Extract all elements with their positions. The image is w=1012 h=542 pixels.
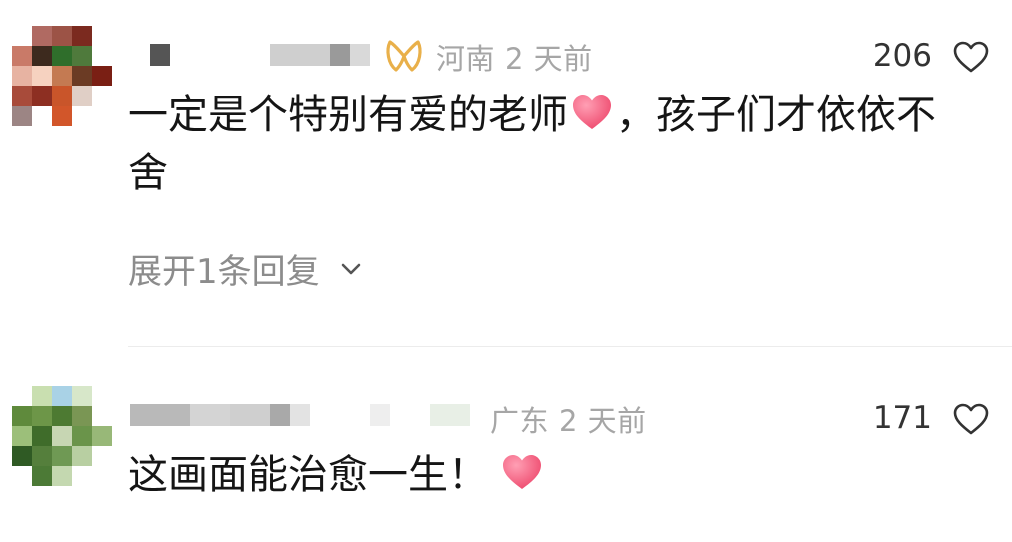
avatar-pixel <box>32 26 52 46</box>
avatar-pixel <box>52 46 72 66</box>
avatar-pixel <box>32 406 52 426</box>
avatar-pixel <box>72 26 92 46</box>
avatar-pixel <box>12 26 32 46</box>
avatar-pixel <box>72 66 92 86</box>
avatar-pixel <box>52 406 72 426</box>
avatar-pixel <box>12 106 32 126</box>
comment-meta: 河南 2 天前 <box>436 36 603 78</box>
avatar-pixel <box>72 46 92 66</box>
avatar-pixel <box>92 426 112 446</box>
avatar-pixel <box>52 386 72 406</box>
avatar-pixel <box>92 46 112 66</box>
avatar-pixel <box>32 66 52 86</box>
avatar-pixel <box>12 446 32 466</box>
avatar-pixel <box>52 426 72 446</box>
avatar-pixel <box>92 86 112 106</box>
avatar-pixel <box>32 466 52 486</box>
expand-replies-button[interactable]: 展开1条回复 <box>128 244 362 293</box>
avatar-pixel <box>32 106 52 126</box>
avatar-pixel <box>92 446 112 466</box>
heart-emoji-icon <box>503 455 541 489</box>
avatar-pixel <box>72 426 92 446</box>
avatar[interactable] <box>12 386 112 486</box>
avatar[interactable] <box>12 26 112 126</box>
avatar-pixel <box>92 106 112 126</box>
avatar-pixel <box>12 386 32 406</box>
avatar-pixel <box>52 86 72 106</box>
like-count: 206 <box>872 38 932 74</box>
avatar-pixel <box>12 46 32 66</box>
expand-replies-label: 展开1条回复 <box>128 252 320 292</box>
comment-divider <box>128 346 1012 347</box>
username-blurred[interactable] <box>150 44 370 66</box>
avatar-pixel <box>72 406 92 426</box>
avatar-pixel <box>92 466 112 486</box>
comment-text-part: 一定是个特别有爱的老师 <box>128 92 568 138</box>
vip-ribbon-icon <box>386 40 422 72</box>
location: 河南 <box>436 42 496 76</box>
avatar-pixel <box>32 426 52 446</box>
avatar-pixel <box>52 26 72 46</box>
avatar-pixel <box>52 466 72 486</box>
avatar-pixel <box>32 446 52 466</box>
avatar-pixel <box>72 466 92 486</box>
timestamp: 2 天前 <box>559 404 647 438</box>
avatar-pixel <box>32 386 52 406</box>
avatar-pixel <box>12 66 32 86</box>
avatar-pixel <box>12 466 32 486</box>
avatar-pixel <box>12 86 32 106</box>
avatar-pixel <box>52 106 72 126</box>
avatar-pixel <box>12 426 32 446</box>
avatar-pixel <box>32 46 52 66</box>
chevron-down-icon <box>341 263 360 274</box>
avatar-pixel <box>72 86 92 106</box>
comment-text: 这画面能治愈一生！ <box>128 446 972 504</box>
avatar-pixel <box>92 386 112 406</box>
avatar-pixel <box>52 446 72 466</box>
avatar-pixel <box>52 66 72 86</box>
like-heart-icon[interactable] <box>952 402 990 436</box>
avatar-pixel <box>92 26 112 46</box>
comment-meta: 广东 2 天前 <box>490 398 657 440</box>
avatar-pixel <box>92 66 112 86</box>
comment-text: 一定是个特别有爱的老师 ，孩子们才依依不舍 <box>128 86 972 202</box>
heart-emoji-icon <box>573 95 611 129</box>
avatar-pixel <box>32 86 52 106</box>
like-heart-icon[interactable] <box>952 40 990 74</box>
avatar-pixel <box>72 386 92 406</box>
avatar-pixel <box>12 406 32 426</box>
location: 广东 <box>490 404 550 438</box>
avatar-pixel <box>72 446 92 466</box>
timestamp: 2 天前 <box>505 42 593 76</box>
avatar-pixel <box>92 406 112 426</box>
like-count: 171 <box>872 400 932 436</box>
avatar-pixel <box>72 106 92 126</box>
comment-text-part: 这画面能治愈一生！ <box>128 452 488 498</box>
username-blurred[interactable] <box>130 404 470 426</box>
